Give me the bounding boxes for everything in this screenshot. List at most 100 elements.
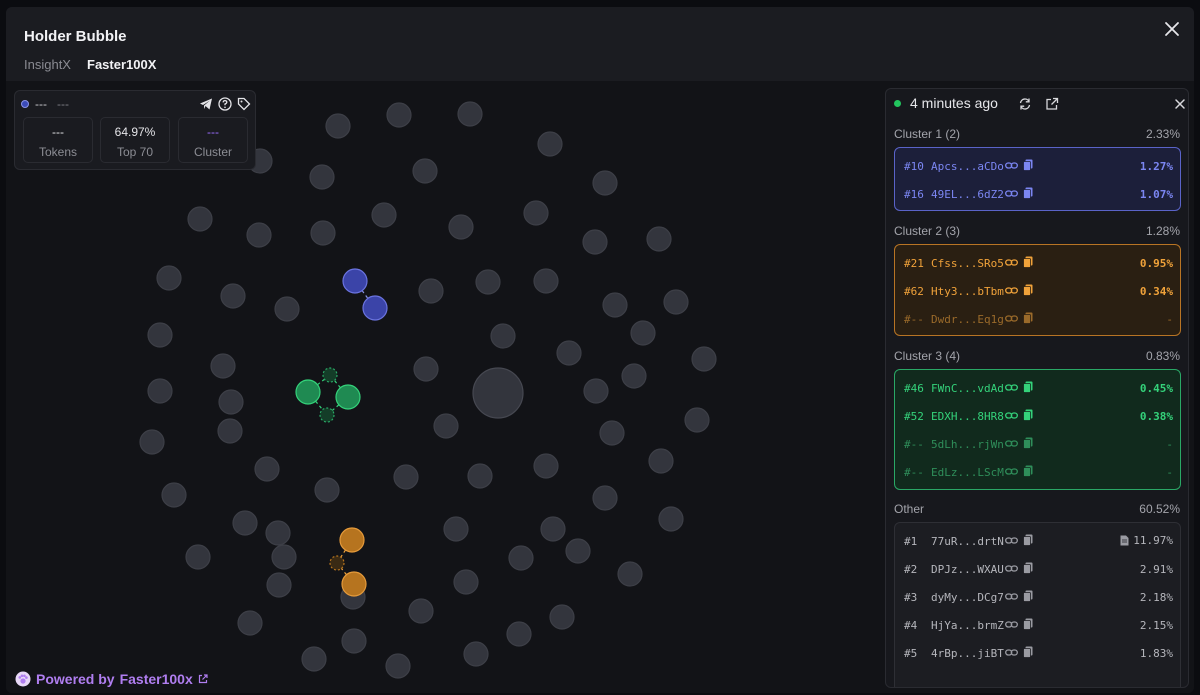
- link-icon[interactable]: [1005, 410, 1018, 421]
- holder-bubble[interactable]: [433, 413, 459, 439]
- holder-bubble[interactable]: [246, 222, 272, 248]
- link-icon[interactable]: [1005, 160, 1018, 171]
- holder-bubble[interactable]: [467, 463, 493, 489]
- holder-bubble[interactable]: [648, 448, 674, 474]
- cluster-2-bubble[interactable]: [341, 571, 367, 597]
- holder-bubble[interactable]: [314, 477, 340, 503]
- refresh-icon[interactable]: [1018, 97, 1032, 111]
- link-icon[interactable]: [1005, 466, 1018, 477]
- holder-address[interactable]: 5dLh...rjWn: [931, 438, 1004, 451]
- tab-insightx[interactable]: InsightX: [24, 57, 71, 72]
- holder-address[interactable]: EdLz...LScM: [931, 466, 1004, 479]
- link-icon[interactable]: [1005, 382, 1018, 393]
- holder-bubble[interactable]: [602, 292, 628, 318]
- holder-bubble[interactable]: [418, 278, 444, 304]
- holder-address[interactable]: EDXH...8HR8: [931, 410, 1004, 423]
- holder-bubble[interactable]: [537, 131, 563, 157]
- cluster-2-bubble[interactable]: [329, 555, 345, 571]
- copy-icon[interactable]: [1023, 409, 1033, 421]
- holder-bubble[interactable]: [457, 101, 483, 127]
- telegram-icon[interactable]: [199, 97, 213, 111]
- copy-icon[interactable]: [1023, 381, 1033, 393]
- holder-bubble[interactable]: [556, 340, 582, 366]
- holder-bubble-top[interactable]: [472, 367, 524, 419]
- holder-bubble[interactable]: [266, 572, 292, 598]
- holder-bubble[interactable]: [301, 646, 327, 672]
- holder-bubble[interactable]: [583, 378, 609, 404]
- link-icon[interactable]: [1005, 313, 1018, 324]
- holder-bubble[interactable]: [549, 604, 575, 630]
- holder-bubble[interactable]: [408, 598, 434, 624]
- holder-bubble[interactable]: [592, 485, 618, 511]
- other-row-5[interactable]: #5 4rBp...jiBT 1.83%: [895, 638, 1182, 666]
- holder-address[interactable]: 4rBp...jiBT: [931, 647, 1004, 660]
- holder-bubble[interactable]: [220, 283, 246, 309]
- copy-icon[interactable]: [1023, 284, 1033, 296]
- cluster-3-row-4[interactable]: #-- EdLz...LScM -: [895, 457, 1182, 485]
- cluster-2-row-2[interactable]: #62 Hty3...bTbm 0.34%: [895, 276, 1182, 304]
- holder-bubble[interactable]: [443, 516, 469, 542]
- holder-bubble[interactable]: [254, 456, 280, 482]
- cluster-1-bubble[interactable]: [342, 268, 368, 294]
- holder-bubble[interactable]: [217, 418, 243, 444]
- copy-icon[interactable]: [1023, 312, 1033, 324]
- holder-bubble[interactable]: [582, 229, 608, 255]
- holder-address[interactable]: Cfss...SRo5: [931, 257, 1004, 270]
- holder-bubble[interactable]: [565, 538, 591, 564]
- holder-address[interactable]: dyMy...DCg7: [931, 591, 1004, 604]
- holder-bubble[interactable]: [463, 641, 489, 667]
- open-external-icon[interactable]: [1045, 97, 1059, 111]
- link-icon[interactable]: [1005, 591, 1018, 602]
- holder-address[interactable]: 77uR...drtN: [931, 535, 1004, 548]
- link-icon[interactable]: [1005, 647, 1018, 658]
- link-icon[interactable]: [1005, 619, 1018, 630]
- holder-bubble[interactable]: [161, 482, 187, 508]
- holder-bubble[interactable]: [592, 170, 618, 196]
- holder-bubble[interactable]: [691, 346, 717, 372]
- copy-icon[interactable]: [1023, 562, 1033, 574]
- holder-bubble[interactable]: [630, 320, 656, 346]
- cluster-1-row-2[interactable]: #16 49EL...6dZ2 1.07%: [895, 179, 1182, 207]
- holder-bubble[interactable]: [309, 164, 335, 190]
- holder-bubble[interactable]: [490, 323, 516, 349]
- copy-icon[interactable]: [1023, 437, 1033, 449]
- cluster-3-row-2[interactable]: #52 EDXH...8HR8 0.38%: [895, 401, 1182, 429]
- cluster-2-row-1[interactable]: #21 Cfss...SRo5 0.95%: [895, 248, 1182, 276]
- holder-bubble[interactable]: [385, 653, 411, 679]
- holder-bubble[interactable]: [506, 621, 532, 647]
- copy-icon[interactable]: [1023, 256, 1033, 268]
- holder-bubble[interactable]: [341, 628, 367, 654]
- holder-bubble[interactable]: [147, 378, 173, 404]
- holder-address[interactable]: Apcs...aCDo: [931, 160, 1004, 173]
- holder-address[interactable]: FWnC...vdAd: [931, 382, 1004, 395]
- copy-icon[interactable]: [1023, 618, 1033, 630]
- other-row-4[interactable]: #4 HjYa...brmZ 2.15%: [895, 610, 1182, 638]
- link-icon[interactable]: [1005, 285, 1018, 296]
- other-row-1[interactable]: #1 77uR...drtN 11.97%: [895, 526, 1182, 554]
- cluster-1-bubble[interactable]: [362, 295, 388, 321]
- holder-bubble[interactable]: [274, 296, 300, 322]
- link-icon[interactable]: [1005, 188, 1018, 199]
- powered-by-link[interactable]: Powered by Faster100x: [15, 671, 208, 687]
- other-row-2[interactable]: #2 DPJz...WXAU 2.91%: [895, 554, 1182, 582]
- cluster-2-bubble[interactable]: [339, 527, 365, 553]
- copy-icon[interactable]: [1023, 646, 1033, 658]
- holder-bubble[interactable]: [139, 429, 165, 455]
- holder-bubble[interactable]: [232, 510, 258, 536]
- holder-address[interactable]: Hty3...bTbm: [931, 285, 1004, 298]
- holder-bubble[interactable]: [185, 544, 211, 570]
- holder-bubble[interactable]: [663, 289, 689, 315]
- holder-bubble[interactable]: [508, 545, 534, 571]
- link-icon[interactable]: [1005, 257, 1018, 268]
- holder-bubble[interactable]: [393, 464, 419, 490]
- link-icon[interactable]: [1005, 438, 1018, 449]
- cluster-3-bubble[interactable]: [295, 379, 321, 405]
- copy-icon[interactable]: [1023, 159, 1033, 171]
- cluster-3-bubble[interactable]: [319, 407, 335, 423]
- holder-bubble[interactable]: [540, 516, 566, 542]
- copy-icon[interactable]: [1023, 534, 1033, 546]
- cluster-2-row-3[interactable]: #-- Dwdr...Eq1g -: [895, 304, 1182, 332]
- copy-icon[interactable]: [1023, 187, 1033, 199]
- holder-address[interactable]: HjYa...brmZ: [931, 619, 1004, 632]
- holder-address[interactable]: DPJz...WXAU: [931, 563, 1004, 576]
